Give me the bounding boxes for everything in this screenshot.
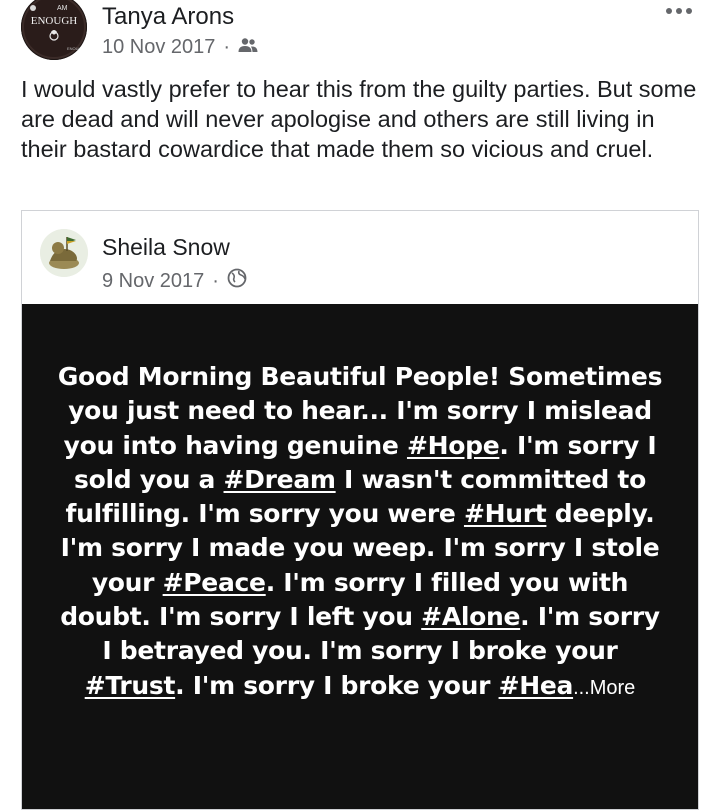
post-date[interactable]: 10 Nov 2017: [102, 36, 215, 59]
hashtag-link[interactable]: #Hope: [407, 431, 500, 460]
svg-text:ENOUGH: ENOUGH: [67, 46, 85, 51]
meta-separator: ·: [223, 36, 231, 58]
author-name[interactable]: Tanya Arons: [102, 3, 234, 31]
avatar-enough-text: ENOUGH: [31, 15, 77, 27]
lion-emblem-icon: [40, 229, 88, 277]
hashtag-link[interactable]: #Peace: [163, 568, 266, 597]
dot-icon: [666, 8, 672, 14]
quote-text: Good Morning Beautiful People! Sometimes…: [52, 360, 668, 705]
avatar-image: AM ENOUGH ENOUGH: [21, 0, 87, 60]
post-header: AM ENOUGH ENOUGH Tanya Arons 10 Nov 2017…: [0, 0, 720, 66]
shared-post[interactable]: Sheila Snow 9 Nov 2017 · Good Morning Be…: [21, 210, 699, 810]
quote-segment: . I'm sorry I broke your: [175, 670, 499, 700]
post-body: I would vastly prefer to hear this from …: [21, 76, 697, 162]
shared-post-meta: 9 Nov 2017 ·: [102, 268, 247, 294]
dot-icon: [686, 8, 692, 14]
hashtag-link[interactable]: #Trust: [85, 671, 176, 700]
post-meta: 10 Nov 2017 ·: [102, 36, 258, 59]
see-more-link[interactable]: ...More: [573, 677, 635, 699]
shared-author-avatar[interactable]: [40, 229, 88, 277]
svg-text:AM: AM: [57, 5, 68, 12]
shared-author-name[interactable]: Sheila Snow: [102, 234, 230, 261]
more-options-button[interactable]: [666, 2, 696, 20]
hashtag-link[interactable]: #Alone: [421, 602, 520, 631]
hashtag-link[interactable]: #Hurt: [464, 499, 547, 528]
dot-icon: [676, 8, 682, 14]
friends-icon: [238, 36, 258, 59]
hashtag-link[interactable]: #Hea: [499, 671, 574, 700]
hashtag-link[interactable]: #Dream: [224, 465, 336, 494]
globe-icon: [227, 268, 247, 294]
author-avatar[interactable]: AM ENOUGH ENOUGH: [21, 0, 87, 60]
meta-separator: ·: [212, 269, 219, 292]
shared-image-panel[interactable]: Good Morning Beautiful People! Sometimes…: [22, 304, 698, 809]
shared-post-date[interactable]: 9 Nov 2017: [102, 270, 204, 293]
